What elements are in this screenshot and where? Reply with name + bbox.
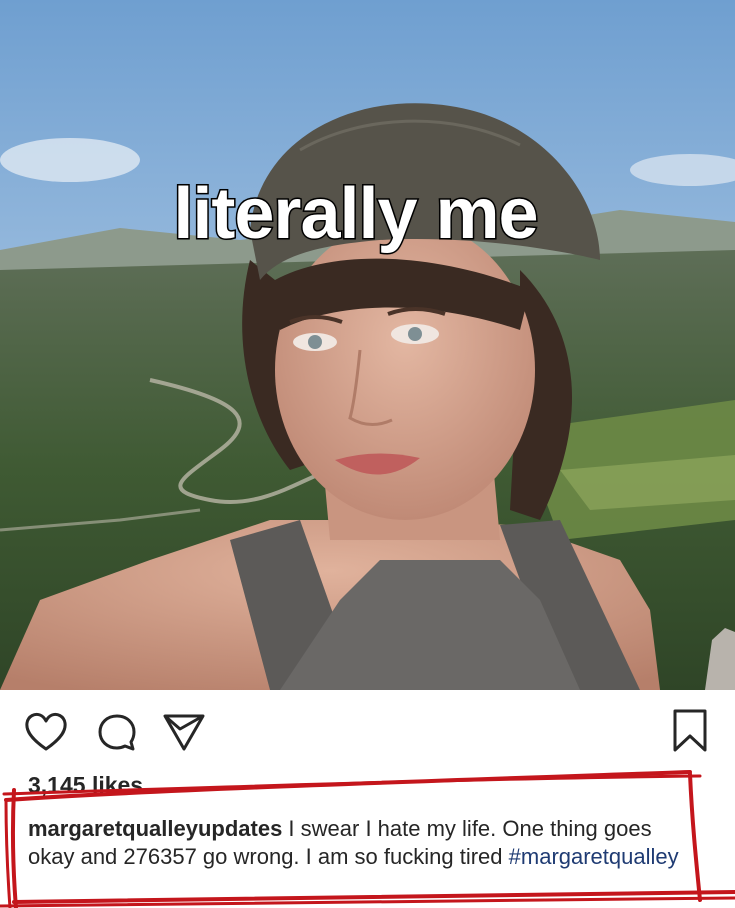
paper-plane-icon[interactable] xyxy=(162,712,206,757)
bookmark-icon[interactable] xyxy=(670,708,710,759)
post-photo xyxy=(0,0,735,690)
caption-username[interactable]: margaretqualleyupdates xyxy=(28,816,282,841)
post-caption: margaretqualleyupdates I swear I hate my… xyxy=(28,815,698,871)
meme-overlay-text: literally me xyxy=(172,174,540,254)
caption-hashtag[interactable]: #margaretqualley xyxy=(509,844,679,869)
likes-count[interactable]: 3,145 likes xyxy=(28,772,143,799)
comment-bubble-icon[interactable] xyxy=(96,712,138,759)
instagram-post-screenshot: literally me 3,145 likes margaretqualley… xyxy=(0,0,735,908)
heart-icon[interactable] xyxy=(24,712,68,757)
